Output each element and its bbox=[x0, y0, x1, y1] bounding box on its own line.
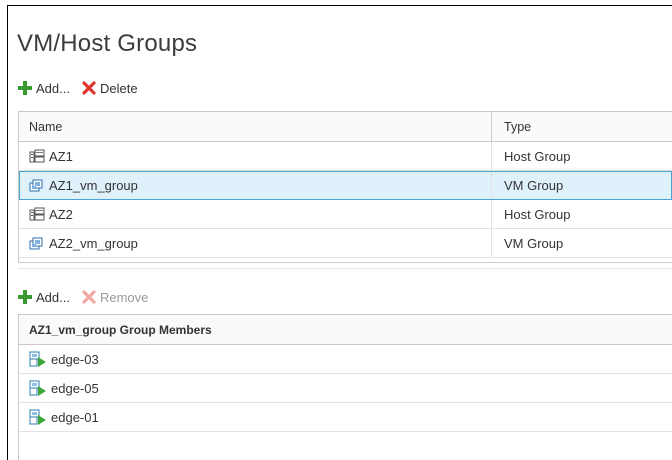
members-table-header: AZ1_vm_group Group Members bbox=[19, 315, 672, 345]
members-table: AZ1_vm_group Group Members edge-03 edge-… bbox=[18, 314, 672, 460]
add-group-label: Add... bbox=[36, 80, 70, 96]
vm-powered-on-icon bbox=[29, 351, 47, 367]
column-header-name[interactable]: Name bbox=[19, 112, 492, 141]
remove-member-button[interactable]: Remove bbox=[82, 290, 148, 305]
member-cell: edge-01 bbox=[19, 403, 99, 431]
remove-x-icon bbox=[82, 290, 96, 304]
delete-x-icon bbox=[82, 81, 96, 95]
table-row-selected[interactable]: AZ1_vm_group VM Group bbox=[19, 171, 672, 200]
vm-group-icon bbox=[29, 236, 45, 250]
member-cell: edge-03 bbox=[19, 345, 99, 373]
group-name: AZ2_vm_group bbox=[49, 235, 138, 251]
group-name-cell: AZ1_vm_group bbox=[19, 171, 492, 199]
vm-powered-on-icon bbox=[29, 409, 47, 425]
add-group-button[interactable]: Add... bbox=[18, 81, 70, 96]
page-title: VM/Host Groups bbox=[17, 30, 198, 57]
member-name: edge-03 bbox=[51, 351, 99, 367]
vm-powered-on-icon bbox=[29, 380, 47, 396]
list-item[interactable]: edge-05 bbox=[19, 374, 672, 403]
group-name-cell: AZ1 bbox=[19, 142, 492, 170]
table-row[interactable]: AZ1 Host Group bbox=[19, 142, 672, 171]
group-type: Host Group bbox=[504, 148, 571, 164]
group-name: AZ2 bbox=[49, 206, 73, 222]
vm-group-icon bbox=[29, 178, 45, 192]
add-member-button[interactable]: Add... bbox=[18, 290, 70, 305]
remove-member-label: Remove bbox=[99, 289, 149, 305]
group-name-cell: AZ2_vm_group bbox=[19, 229, 492, 257]
group-type: Host Group bbox=[504, 206, 571, 222]
add-member-label: Add... bbox=[36, 289, 70, 305]
groups-table-header: Name Type bbox=[19, 112, 672, 142]
plus-icon bbox=[18, 290, 32, 304]
host-group-icon bbox=[29, 207, 45, 221]
column-header-type[interactable]: Type bbox=[492, 112, 672, 141]
member-name: edge-05 bbox=[51, 380, 99, 396]
table-row[interactable]: AZ2_vm_group VM Group bbox=[19, 229, 672, 258]
group-type: VM Group bbox=[504, 177, 564, 193]
delete-group-label: Delete bbox=[99, 80, 138, 96]
host-group-icon bbox=[29, 149, 45, 163]
group-name: AZ1_vm_group bbox=[49, 177, 138, 193]
members-header-label: AZ1_vm_group Group Members bbox=[29, 322, 212, 337]
members-toolbar: Add... Remove bbox=[18, 287, 160, 307]
member-name: edge-01 bbox=[51, 409, 99, 425]
section-divider bbox=[18, 268, 672, 269]
table-row[interactable]: AZ2 Host Group bbox=[19, 200, 672, 229]
group-name: AZ1 bbox=[49, 148, 73, 164]
group-name-cell: AZ2 bbox=[19, 200, 492, 228]
delete-group-button[interactable]: Delete bbox=[82, 81, 138, 96]
list-item[interactable]: edge-03 bbox=[19, 345, 672, 374]
groups-table: Name Type AZ1 Host Group AZ1_vm_group VM… bbox=[18, 111, 672, 263]
groups-toolbar: Add... Delete bbox=[18, 78, 150, 98]
member-cell: edge-05 bbox=[19, 374, 99, 402]
plus-icon bbox=[18, 81, 32, 95]
list-item[interactable]: edge-01 bbox=[19, 403, 672, 432]
group-type: VM Group bbox=[504, 235, 564, 251]
